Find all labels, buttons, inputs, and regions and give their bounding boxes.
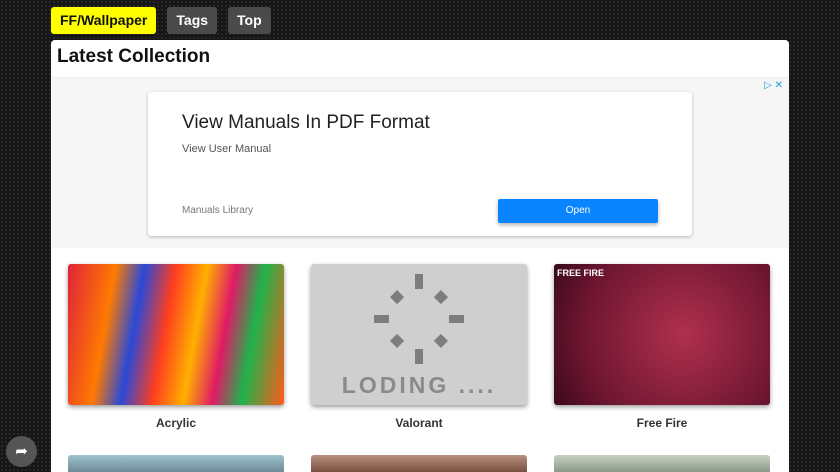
wallpaper-card[interactable] <box>554 455 770 472</box>
share-icon[interactable]: ➦ <box>6 436 37 467</box>
wallpaper-card[interactable] <box>68 455 284 472</box>
ad-advertiser: Manuals Library <box>182 205 254 216</box>
wallpaper-thumbnail[interactable] <box>554 455 770 472</box>
wallpaper-title[interactable]: Valorant <box>311 416 527 431</box>
loading-text: LODING .... <box>341 372 497 398</box>
wallpaper-thumbnail[interactable]: FREE FIRE <box>554 264 770 405</box>
ad-banner: ▷ ✕ View Manuals In PDF Format View User… <box>52 77 789 248</box>
wallpaper-card[interactable] <box>311 455 527 472</box>
wallpaper-title[interactable]: Acrylic <box>68 416 284 431</box>
wallpaper-card[interactable]: LODING .... Valorant <box>311 264 527 431</box>
collection-panel: Latest Collection ▷ ✕ View Manuals In PD… <box>51 40 789 472</box>
ad-headline: View Manuals In PDF Format <box>182 112 430 133</box>
ad-subtitle: View User Manual <box>182 143 272 155</box>
ad-choices-close-icon[interactable]: ▷ ✕ <box>764 80 783 91</box>
wallpaper-thumbnail-loading[interactable]: LODING .... <box>311 264 527 405</box>
ad-open-button[interactable]: Open <box>498 199 658 223</box>
ad-card[interactable]: View Manuals In PDF Format View User Man… <box>148 92 692 236</box>
wallpaper-title[interactable]: Free Fire <box>554 416 770 431</box>
wallpaper-thumbnail[interactable] <box>68 455 284 472</box>
wallpaper-thumbnail[interactable] <box>311 455 527 472</box>
wallpaper-card[interactable]: Acrylic <box>68 264 284 431</box>
page-title: Latest Collection <box>57 46 211 67</box>
wallpaper-thumbnail[interactable] <box>68 264 284 405</box>
tags-link[interactable]: Tags <box>167 7 218 34</box>
top-nav: FF/Wallpaper Tags Top <box>51 7 271 34</box>
top-link[interactable]: Top <box>228 7 271 34</box>
free-fire-logo: FREE FIRE <box>557 268 605 278</box>
wallpaper-card[interactable]: FREE FIRE Free Fire <box>554 264 770 431</box>
brand-link[interactable]: FF/Wallpaper <box>51 7 157 34</box>
wallpaper-grid: Acrylic LODING .... Valorant FREE FIRE F… <box>68 264 770 472</box>
